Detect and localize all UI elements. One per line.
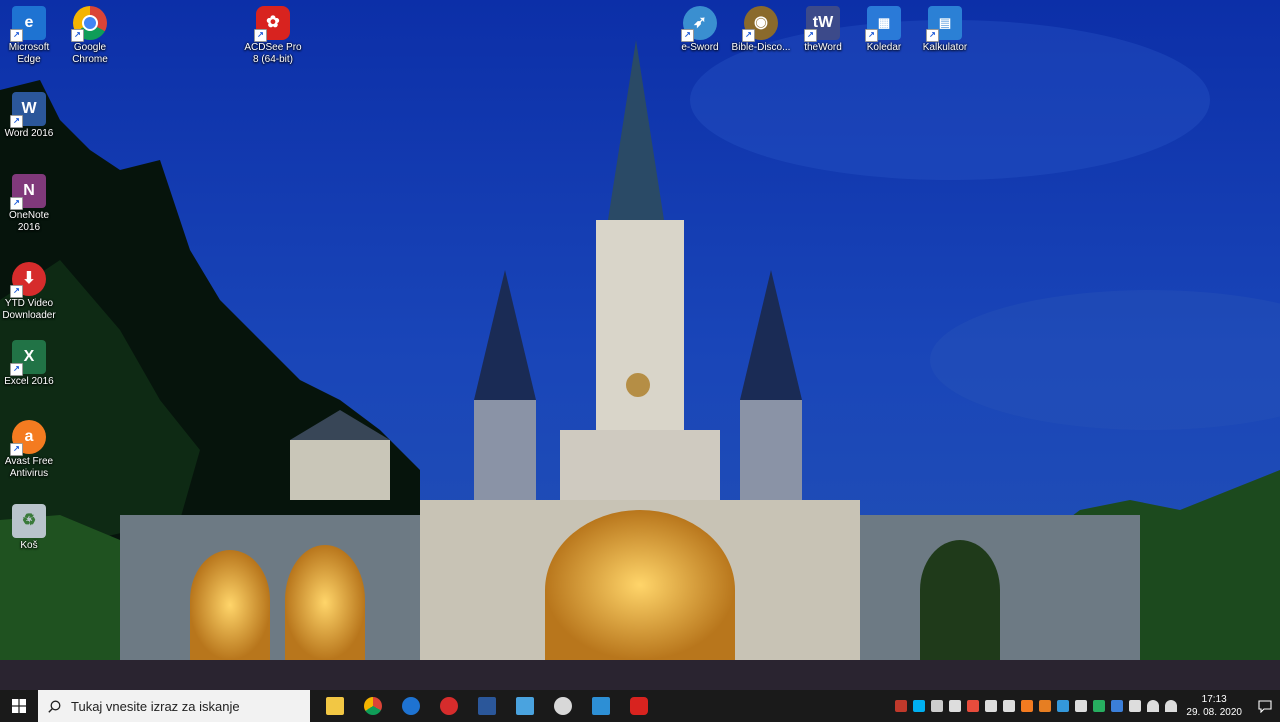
excel-icon: X ↗ [10,340,46,376]
desktop-icon-label: Avast Free Antivirus [4,456,54,479]
windows-icon [12,699,26,713]
taskbar-app-edge[interactable] [392,690,430,722]
chrome-icon [364,697,382,715]
calculator-icon: ▤ ↗ [926,6,962,42]
desktop-icon-label: theWord [804,42,842,53]
app-tray-icon[interactable] [949,700,962,712]
taskbar-clock[interactable]: 17:13 29. 08. 2020 [1186,693,1242,719]
record-icon[interactable] [967,700,980,712]
desktop-icon-avast[interactable]: a ↗ Avast Free Antivirus [0,416,61,480]
display-icon[interactable] [1057,700,1070,712]
desktop-icon-kalkulator[interactable]: ▤ ↗ Kalkulator [913,2,977,54]
search-input[interactable] [69,697,303,715]
desktop-icon-label: ACDSee Pro 8 (64-bit) [244,42,302,65]
laptop-app-icon [516,697,534,715]
app-icon [554,697,572,715]
desktop-icon-ytd[interactable]: ⬇ ↗ YTD Video Downloader [0,258,61,322]
desktop-icon-koledar[interactable]: ▦ ↗ Koledar [852,2,916,54]
tray-app-icon[interactable] [895,700,908,712]
keyboard-icon[interactable] [1075,700,1088,712]
word-icon: W ↗ [10,92,46,128]
desktop-icon-label: Kalkulator [922,42,968,53]
edge-icon [402,697,420,715]
usb-icon[interactable] [985,700,998,712]
volume-icon[interactable] [1165,700,1178,712]
bluetooth-icon[interactable] [1111,700,1124,712]
edge-icon: e ↗ [10,6,46,42]
photos-icon [592,697,610,715]
desktop-icon-excel[interactable]: X ↗ Excel 2016 [0,336,61,388]
desktop-icon-label: Koš [20,540,38,551]
tray-icons [892,700,1180,712]
desktop-icon-label: Bible-Disco... [731,42,791,53]
taskbar-app-photos[interactable] [582,690,620,722]
system-tray: 17:13 29. 08. 2020 [892,690,1280,722]
desktop-icon-label: Microsoft Edge [8,42,50,65]
ytd-icon [440,697,458,715]
ytd-icon: ⬇ ↗ [10,262,46,298]
desktop-wallpaper [0,0,1280,690]
info-icon[interactable] [1003,700,1016,712]
desktop-icon-edge[interactable]: e ↗ Microsoft Edge [0,2,61,66]
bible-discovery-icon: ◉ ↗ [742,6,778,42]
taskbar-search-box[interactable] [38,690,310,722]
network-off-icon[interactable] [931,700,944,712]
desktop-icon-label: Word 2016 [4,128,54,139]
notification-icon [1258,699,1272,713]
desktop-icon-label: Koledar [866,42,902,53]
desktop-icon-acdsee[interactable]: ✿ ↗ ACDSee Pro 8 (64-bit) [241,2,305,66]
taskbar-app-generic[interactable] [544,690,582,722]
skype-icon[interactable] [913,700,926,712]
start-button[interactable] [0,690,38,722]
clock-date: 29. 08. 2020 [1186,707,1242,718]
file-explorer-icon [326,697,344,715]
taskbar: 17:13 29. 08. 2020 [0,690,1280,722]
wifi-icon[interactable] [1147,700,1160,712]
clock-time: 17:13 [1201,694,1227,705]
desktop-icon-esword[interactable]: ➶ ↗ e-Sword [668,2,732,54]
desktop-icon-theword[interactable]: tW ↗ theWord [791,2,855,54]
avast-icon[interactable] [1021,700,1034,712]
taskbar-app-laptop[interactable] [506,690,544,722]
desktop-icon-word[interactable]: W ↗ Word 2016 [0,88,61,140]
recycle-bin-icon: ♻ [12,504,46,538]
desktop-icon-onenote[interactable]: N ↗ OneNote 2016 [0,170,61,234]
acdsee-icon [630,697,648,715]
desktop-icon-chrome[interactable]: ↗ Google Chrome [58,2,122,66]
taskbar-app-acdsee[interactable] [620,690,658,722]
desktop-icon-recycle-bin[interactable]: ♻ Koš [0,500,61,552]
desktop-icon-label: YTD Video Downloader [2,298,56,321]
acdsee-icon: ✿ ↗ [254,6,290,42]
desktop-icon-label: e-Sword [681,42,719,53]
calendar-icon: ▦ ↗ [865,6,901,42]
word-icon [478,697,496,715]
chat-icon[interactable] [1093,700,1106,712]
app-icon[interactable] [1039,700,1052,712]
desktop-icon-label: OneNote 2016 [8,210,50,233]
notification-center-button[interactable] [1250,690,1280,722]
search-icon [48,700,61,713]
taskbar-app-file-explorer[interactable] [316,690,354,722]
chrome-icon: ↗ [71,6,107,42]
desktop-icon-label: Excel 2016 [4,376,54,387]
avast-icon: a ↗ [10,420,46,456]
onenote-icon: N ↗ [10,174,46,210]
taskbar-app-word[interactable] [468,690,506,722]
esword-icon: ➶ ↗ [681,6,717,42]
theword-icon: tW ↗ [804,6,840,42]
taskbar-app-ytd[interactable] [430,690,468,722]
taskbar-app-chrome[interactable] [354,690,392,722]
power-icon[interactable] [1129,700,1142,712]
desktop-icon-label: Google Chrome [72,42,108,65]
desktop-icon-bible-discovery[interactable]: ◉ ↗ Bible-Disco... [729,2,793,54]
